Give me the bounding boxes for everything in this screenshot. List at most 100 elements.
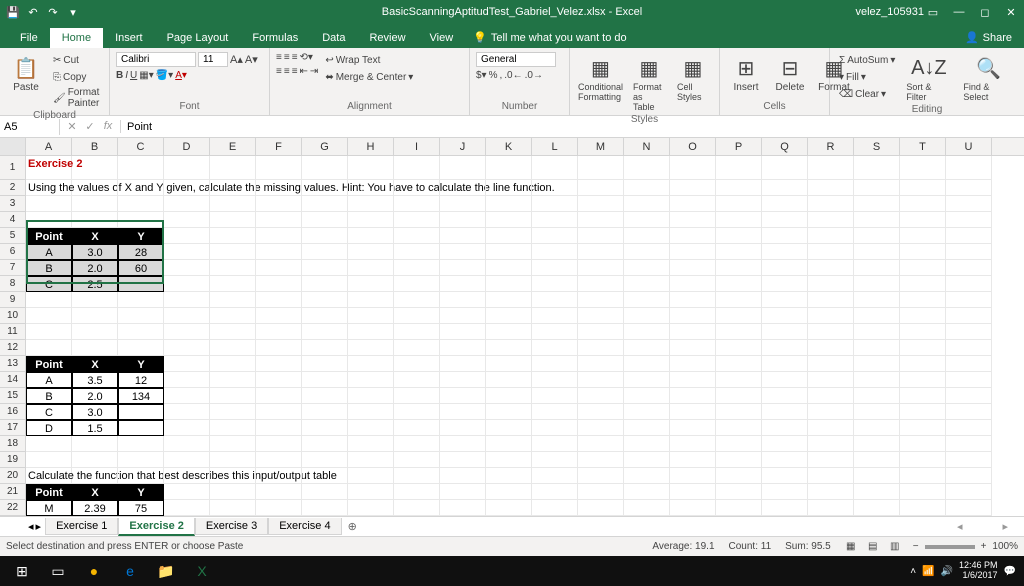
col-header[interactable]: N bbox=[624, 138, 670, 155]
format-as-table-button[interactable]: ▦Format as Table bbox=[629, 52, 669, 114]
cell[interactable] bbox=[900, 340, 946, 356]
cell[interactable] bbox=[72, 452, 118, 468]
merge-center-button[interactable]: ⬌Merge & Center▾ bbox=[322, 69, 416, 85]
cell[interactable] bbox=[670, 292, 716, 308]
cell[interactable] bbox=[256, 340, 302, 356]
cell[interactable] bbox=[26, 212, 72, 228]
cell[interactable] bbox=[302, 292, 348, 308]
cell[interactable] bbox=[210, 356, 256, 372]
scroll-right-icon[interactable]: ▸ bbox=[1002, 520, 1008, 533]
cell[interactable] bbox=[210, 484, 256, 500]
cell[interactable] bbox=[302, 228, 348, 244]
cell[interactable] bbox=[900, 452, 946, 468]
find-select-button[interactable]: 🔍Find & Select bbox=[959, 52, 1018, 104]
cell[interactable] bbox=[118, 324, 164, 340]
row-header[interactable]: 8 bbox=[0, 276, 26, 292]
cell[interactable] bbox=[348, 468, 394, 484]
cell[interactable] bbox=[348, 308, 394, 324]
col-header[interactable]: F bbox=[256, 138, 302, 155]
cell[interactable] bbox=[670, 196, 716, 212]
cell[interactable] bbox=[762, 420, 808, 436]
cell[interactable] bbox=[716, 388, 762, 404]
cell[interactable] bbox=[532, 436, 578, 452]
cell[interactable] bbox=[578, 308, 624, 324]
cell[interactable] bbox=[164, 468, 210, 484]
cell[interactable] bbox=[808, 340, 854, 356]
autosum-button[interactable]: ΣAutoSum▾ bbox=[836, 52, 898, 68]
cell[interactable]: Point bbox=[26, 484, 72, 500]
cell[interactable]: C bbox=[26, 404, 72, 420]
cell[interactable] bbox=[440, 276, 486, 292]
cell[interactable] bbox=[394, 436, 440, 452]
cell[interactable] bbox=[716, 308, 762, 324]
cell[interactable] bbox=[348, 340, 394, 356]
cell[interactable] bbox=[302, 180, 348, 196]
cell[interactable] bbox=[210, 372, 256, 388]
cell[interactable] bbox=[164, 436, 210, 452]
cell[interactable] bbox=[532, 500, 578, 516]
cell[interactable] bbox=[716, 292, 762, 308]
cell[interactable] bbox=[946, 420, 992, 436]
cell[interactable] bbox=[486, 388, 532, 404]
cell[interactable] bbox=[854, 324, 900, 340]
cell[interactable] bbox=[532, 324, 578, 340]
cell[interactable] bbox=[394, 180, 440, 196]
cell[interactable] bbox=[394, 340, 440, 356]
increase-indent-icon[interactable]: ⇥ bbox=[310, 66, 318, 77]
cell[interactable] bbox=[762, 356, 808, 372]
orientation-icon[interactable]: ⟲▾ bbox=[300, 52, 313, 63]
cell[interactable] bbox=[532, 420, 578, 436]
align-center-icon[interactable]: ≡ bbox=[284, 66, 290, 77]
cell[interactable] bbox=[578, 372, 624, 388]
excel-taskbar-icon[interactable]: X bbox=[184, 556, 220, 586]
sheet-tab[interactable]: Exercise 4 bbox=[268, 518, 341, 535]
sheet-tab[interactable]: Exercise 1 bbox=[45, 518, 118, 535]
cell[interactable] bbox=[348, 500, 394, 516]
cell[interactable] bbox=[164, 244, 210, 260]
cell[interactable] bbox=[302, 372, 348, 388]
cell[interactable] bbox=[164, 180, 210, 196]
cell[interactable] bbox=[210, 420, 256, 436]
increase-font-icon[interactable]: A▴ bbox=[230, 53, 243, 66]
cell[interactable] bbox=[808, 468, 854, 484]
cell[interactable] bbox=[578, 388, 624, 404]
cell[interactable] bbox=[348, 276, 394, 292]
cell[interactable] bbox=[624, 372, 670, 388]
cell[interactable] bbox=[578, 156, 624, 180]
cell[interactable] bbox=[854, 212, 900, 228]
cell[interactable] bbox=[394, 388, 440, 404]
cell[interactable]: Y bbox=[118, 356, 164, 372]
cell[interactable] bbox=[164, 356, 210, 372]
customize-qa-icon[interactable]: ▾ bbox=[64, 3, 82, 21]
cell[interactable]: B bbox=[26, 388, 72, 404]
cell[interactable] bbox=[256, 292, 302, 308]
cell[interactable] bbox=[302, 308, 348, 324]
cell[interactable] bbox=[808, 292, 854, 308]
align-bottom-icon[interactable]: ≡ bbox=[292, 52, 298, 63]
cell[interactable] bbox=[302, 260, 348, 276]
cell[interactable] bbox=[348, 356, 394, 372]
redo-icon[interactable]: ↷ bbox=[44, 3, 62, 21]
cell[interactable] bbox=[578, 276, 624, 292]
row-header[interactable]: 1 bbox=[0, 156, 26, 180]
cell[interactable] bbox=[716, 244, 762, 260]
cell[interactable] bbox=[256, 484, 302, 500]
cell[interactable] bbox=[716, 468, 762, 484]
cell[interactable] bbox=[762, 436, 808, 452]
cell[interactable] bbox=[256, 388, 302, 404]
cell[interactable] bbox=[808, 356, 854, 372]
font-color-button[interactable]: A▾ bbox=[175, 70, 187, 81]
wifi-icon[interactable]: 📶 bbox=[922, 566, 934, 577]
cell[interactable] bbox=[854, 404, 900, 420]
cell[interactable] bbox=[900, 420, 946, 436]
cell[interactable] bbox=[210, 340, 256, 356]
cell[interactable] bbox=[900, 228, 946, 244]
cell[interactable] bbox=[256, 180, 302, 196]
cell[interactable] bbox=[670, 324, 716, 340]
cell[interactable] bbox=[854, 228, 900, 244]
cell[interactable] bbox=[808, 436, 854, 452]
cell[interactable] bbox=[670, 372, 716, 388]
cell[interactable] bbox=[440, 388, 486, 404]
cell[interactable] bbox=[486, 244, 532, 260]
cell[interactable] bbox=[762, 292, 808, 308]
